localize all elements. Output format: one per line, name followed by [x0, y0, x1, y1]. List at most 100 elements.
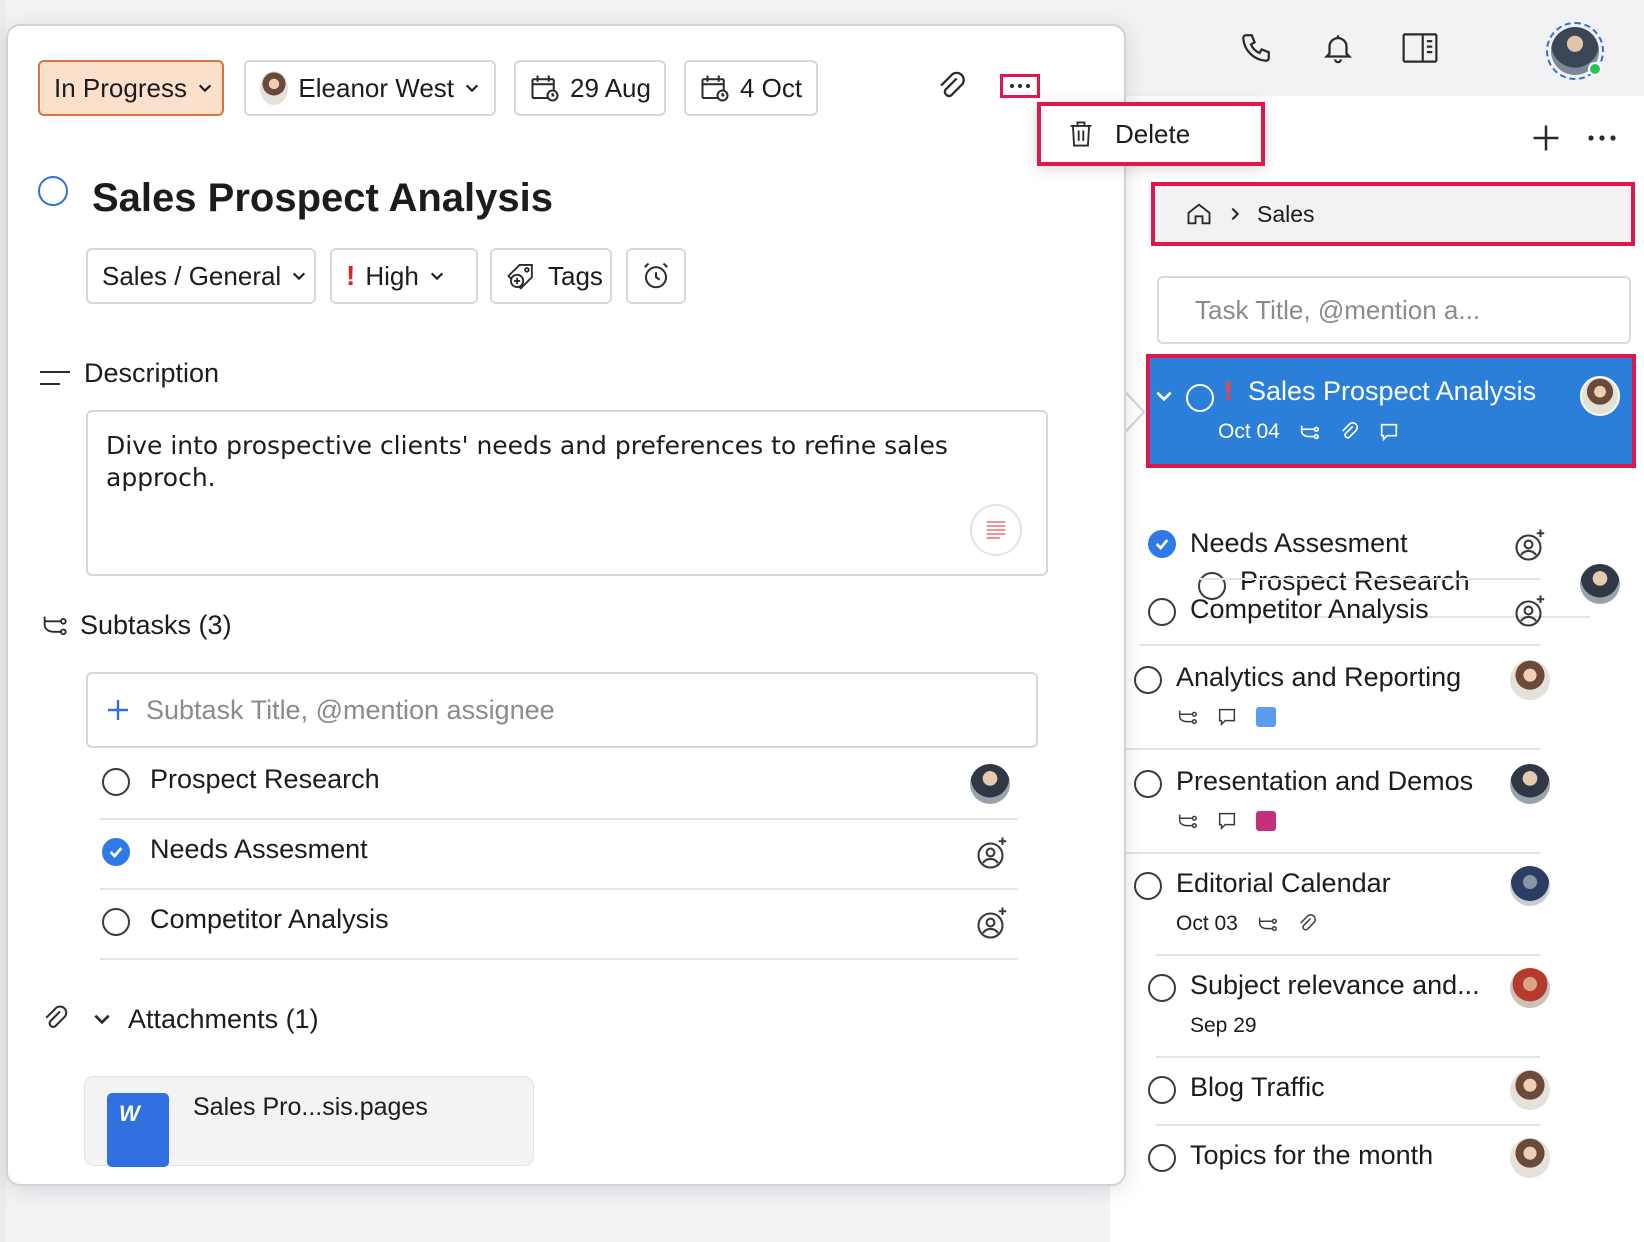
comment-icon — [1216, 706, 1238, 728]
online-status-indicator — [1588, 62, 1602, 76]
home-icon[interactable] — [1185, 200, 1213, 228]
divider — [1140, 644, 1540, 646]
subtask-icon — [40, 612, 68, 640]
add-list-button[interactable] — [1526, 118, 1566, 158]
due-date: 4 Oct — [740, 72, 803, 103]
subtask-input[interactable]: Subtask Title, @mention assignee — [86, 672, 1038, 748]
divider — [1126, 852, 1540, 854]
task-checkbox[interactable] — [1134, 872, 1162, 900]
subtask-row[interactable]: Prospect Research — [100, 748, 1018, 820]
due-date-button[interactable]: 4 Oct — [684, 60, 818, 116]
task-title: Topics for the month — [1190, 1140, 1434, 1170]
page-title[interactable]: Sales Prospect Analysis — [92, 176, 553, 221]
assign-user-icon[interactable] — [974, 906, 1010, 942]
subtask-title: Prospect Research — [150, 764, 380, 794]
task-title: Blog Traffic — [1190, 1072, 1325, 1102]
list-more-button[interactable] — [1582, 118, 1622, 158]
assignee-avatar — [1510, 866, 1550, 906]
trash-icon — [1067, 119, 1095, 149]
description-field[interactable]: Dive into prospective clients' needs and… — [86, 410, 1048, 576]
task-due-date: Oct 04 — [1218, 420, 1280, 443]
assignee-avatar — [1510, 660, 1550, 700]
assign-user-icon[interactable] — [1512, 528, 1548, 564]
task-checkbox-checked[interactable] — [1148, 530, 1176, 558]
status-dropdown[interactable]: In Progress — [38, 60, 224, 116]
assignee-avatar — [1580, 376, 1620, 416]
chevron-down-icon — [464, 82, 480, 94]
subtask-icon — [1298, 421, 1320, 443]
task-title: Prospect Research — [1240, 566, 1470, 596]
task-meta: Oct 03 — [1176, 912, 1318, 936]
chevron-down-icon — [197, 82, 213, 94]
task-meta — [1176, 810, 1276, 832]
dot — [1018, 84, 1022, 88]
task-checkbox[interactable] — [1148, 598, 1176, 626]
paperclip-icon[interactable] — [934, 70, 968, 104]
task-meta — [1176, 706, 1276, 728]
delete-label: Delete — [1115, 118, 1191, 149]
priority-dropdown[interactable]: ! High — [330, 248, 478, 304]
user-avatar[interactable] — [1546, 22, 1604, 80]
task-checkbox[interactable] — [1134, 770, 1162, 798]
start-date-button[interactable]: 29 Aug — [514, 60, 666, 116]
divider — [1156, 1124, 1540, 1126]
attachment-file[interactable]: W Sales Pro...sis.pages — [84, 1076, 534, 1167]
subtask-checkbox[interactable] — [102, 908, 130, 936]
assignee-name: Eleanor West — [298, 72, 454, 103]
attachment-icon — [1296, 913, 1318, 935]
sidebar-toggle-icon[interactable] — [1398, 26, 1442, 70]
divider — [100, 958, 1018, 960]
description-icon — [40, 368, 70, 388]
reminder-button[interactable] — [626, 248, 686, 304]
description-text: Dive into prospective clients' needs and… — [106, 431, 948, 492]
plus-icon — [106, 698, 130, 722]
chevron-down-icon[interactable] — [1154, 386, 1178, 410]
priority-icon: ! — [346, 260, 356, 291]
comment-icon — [1216, 810, 1238, 832]
task-title: Sales Prospect Analysis — [1248, 376, 1537, 406]
priority-icon: ! — [1224, 376, 1233, 406]
assignee-dropdown[interactable]: Eleanor West — [244, 60, 496, 116]
task-title: Analytics and Reporting — [1176, 662, 1462, 692]
subtask-row[interactable]: Competitor Analysis — [100, 888, 1018, 960]
task-item-prospect-research[interactable]: Prospect Research — [1150, 464, 1644, 618]
task-complete-checkbox[interactable] — [38, 176, 68, 206]
chevron-down-icon — [291, 270, 307, 282]
task-list: ! Sales Prospect Analysis Oct 04 Prospec… — [1146, 354, 1644, 618]
task-checkbox[interactable] — [1186, 384, 1214, 412]
tags-button[interactable]: Tags — [490, 248, 612, 304]
list-dropdown[interactable]: Sales / General — [86, 248, 316, 304]
assign-user-icon[interactable] — [974, 836, 1010, 872]
task-checkbox[interactable] — [1134, 666, 1162, 694]
start-date: 29 Aug — [570, 72, 651, 103]
dot — [1010, 84, 1014, 88]
subtask-title: Competitor Analysis — [150, 904, 389, 934]
assignee-avatar — [1510, 1138, 1550, 1178]
task-checkbox[interactable] — [1148, 974, 1176, 1002]
chevron-down-icon[interactable] — [92, 1012, 112, 1026]
attachment-file-name: Sales Pro...sis.pages — [193, 1093, 428, 1121]
breadcrumb-current[interactable]: Sales — [1257, 201, 1315, 228]
assignee-avatar — [260, 71, 289, 105]
more-options-button[interactable] — [1000, 74, 1040, 98]
subtask-row[interactable]: Needs Assesment — [100, 818, 1018, 890]
task-title: Editorial Calendar — [1176, 868, 1391, 898]
writing-assist-icon[interactable] — [970, 504, 1022, 556]
new-task-input[interactable]: Task Title, @mention a... — [1157, 276, 1631, 344]
assign-user-icon[interactable] — [1512, 594, 1548, 630]
bell-icon[interactable] — [1316, 26, 1360, 70]
subtasks-label: Subtasks (3) — [80, 610, 232, 640]
task-checkbox[interactable] — [1148, 1144, 1176, 1172]
attachments-label: Attachments (1) — [128, 1004, 319, 1034]
task-meta: Oct 04 — [1218, 420, 1400, 444]
delete-menu-item[interactable]: Delete — [1037, 102, 1265, 166]
task-due-date: Oct 03 — [1176, 912, 1238, 935]
breadcrumb[interactable]: Sales — [1151, 182, 1635, 246]
phone-icon[interactable] — [1234, 26, 1278, 70]
task-item-sales-prospect-analysis[interactable]: ! Sales Prospect Analysis Oct 04 — [1146, 354, 1636, 468]
subtask-checkbox[interactable] — [102, 768, 130, 796]
subtask-checkbox-checked[interactable] — [102, 838, 130, 866]
task-checkbox[interactable] — [1148, 1076, 1176, 1104]
pages-file-icon: W — [107, 1093, 169, 1167]
task-detail-panel: In Progress Eleanor West 29 Aug 4 Oct Sa… — [6, 24, 1126, 1186]
